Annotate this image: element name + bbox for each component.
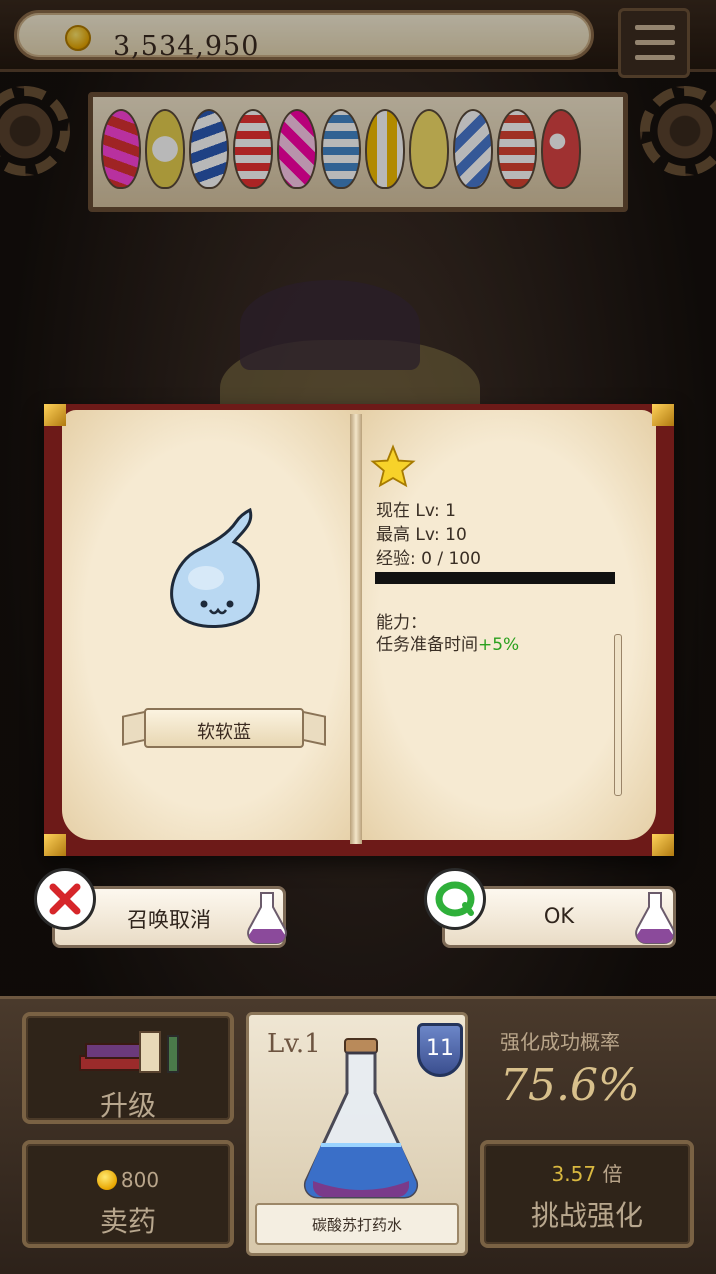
book-corner	[652, 834, 674, 856]
multiplier: 3.57 倍	[484, 1158, 690, 1187]
cancel-icon[interactable]	[34, 868, 96, 930]
current-level: 现在 Lv: 1	[376, 501, 456, 521]
success-rate-value: 75.6%	[500, 1060, 640, 1111]
menu-button[interactable]	[618, 8, 690, 78]
egg-item	[101, 109, 141, 189]
potion-card[interactable]: Lv.1 11 碳酸苏打药水	[246, 1012, 468, 1256]
check-circle-icon	[435, 881, 475, 917]
menu-icon-bar	[635, 40, 675, 45]
success-rate-title: 强化成功概率	[500, 1030, 620, 1054]
egg-item	[277, 109, 317, 189]
menu-icon	[635, 25, 675, 30]
sell-potion-button[interactable]: 800 卖药	[22, 1140, 234, 1248]
book-corner	[44, 404, 66, 426]
experience-bar	[375, 572, 615, 584]
multiplier-unit: 倍	[602, 1162, 623, 1186]
coin-icon	[65, 25, 91, 51]
experience: 经验: 0 / 100	[376, 549, 481, 569]
shield-badge-icon: 11	[417, 1023, 463, 1077]
egg-shelf	[88, 92, 628, 212]
book-corner	[652, 404, 674, 426]
gold-amount: 3,534,950	[113, 31, 260, 62]
creature-book-dialog: 软软蓝 现在 Lv: 1 最高 Lv: 10 经验: 0 / 100 能力： 任…	[44, 404, 674, 856]
sell-price: 800	[26, 1168, 230, 1192]
upgrade-button[interactable]: 升级	[22, 1012, 234, 1124]
books-icon	[79, 1031, 179, 1073]
egg-item	[321, 109, 361, 189]
book-spine	[350, 414, 362, 844]
upgrade-label: 升级	[99, 1089, 156, 1122]
multiplier-value: 3.57	[551, 1162, 597, 1186]
egg-item	[145, 109, 185, 189]
menu-icon-bar	[635, 55, 675, 60]
creature-name: 软软蓝	[197, 722, 251, 743]
egg-item	[233, 109, 273, 189]
ability-text: 任务准备时间	[376, 635, 478, 655]
sell-label: 卖药	[99, 1205, 156, 1238]
cancel-summon-label: 召唤取消	[127, 908, 211, 932]
potion-flask-icon	[303, 1038, 419, 1199]
egg-item	[453, 109, 493, 189]
witch-character-hat	[240, 280, 420, 370]
book-corner	[44, 834, 66, 856]
ability-scrollbar[interactable]	[614, 634, 622, 796]
star-icon	[370, 444, 416, 488]
creature-name-banner: 软软蓝	[122, 702, 326, 752]
sell-price-value: 800	[120, 1168, 160, 1192]
close-icon	[49, 883, 81, 915]
egg-item	[365, 109, 405, 189]
max-level: 最高 Lv: 10	[376, 525, 467, 545]
flask-icon	[247, 892, 287, 944]
coin-icon	[96, 1170, 117, 1190]
challenge-upgrade-button[interactable]: 3.57 倍 挑战强化	[480, 1140, 694, 1248]
potion-name: 碳酸苏打药水	[255, 1203, 459, 1245]
egg-item	[541, 109, 581, 189]
confirm-icon[interactable]	[424, 868, 486, 930]
egg-item	[409, 109, 449, 189]
ok-label: OK	[543, 904, 575, 928]
ability-bonus: +5%	[478, 635, 520, 655]
gold-display: 3,534,950	[14, 10, 594, 62]
ability-description: 任务准备时间+5%	[376, 630, 519, 655]
flask-icon	[635, 892, 675, 944]
challenge-label: 挑战强化	[530, 1199, 643, 1232]
egg-item	[189, 109, 229, 189]
egg-item	[497, 109, 537, 189]
top-bar: 3,534,950	[0, 0, 716, 78]
blue-slime-creature	[170, 507, 260, 628]
